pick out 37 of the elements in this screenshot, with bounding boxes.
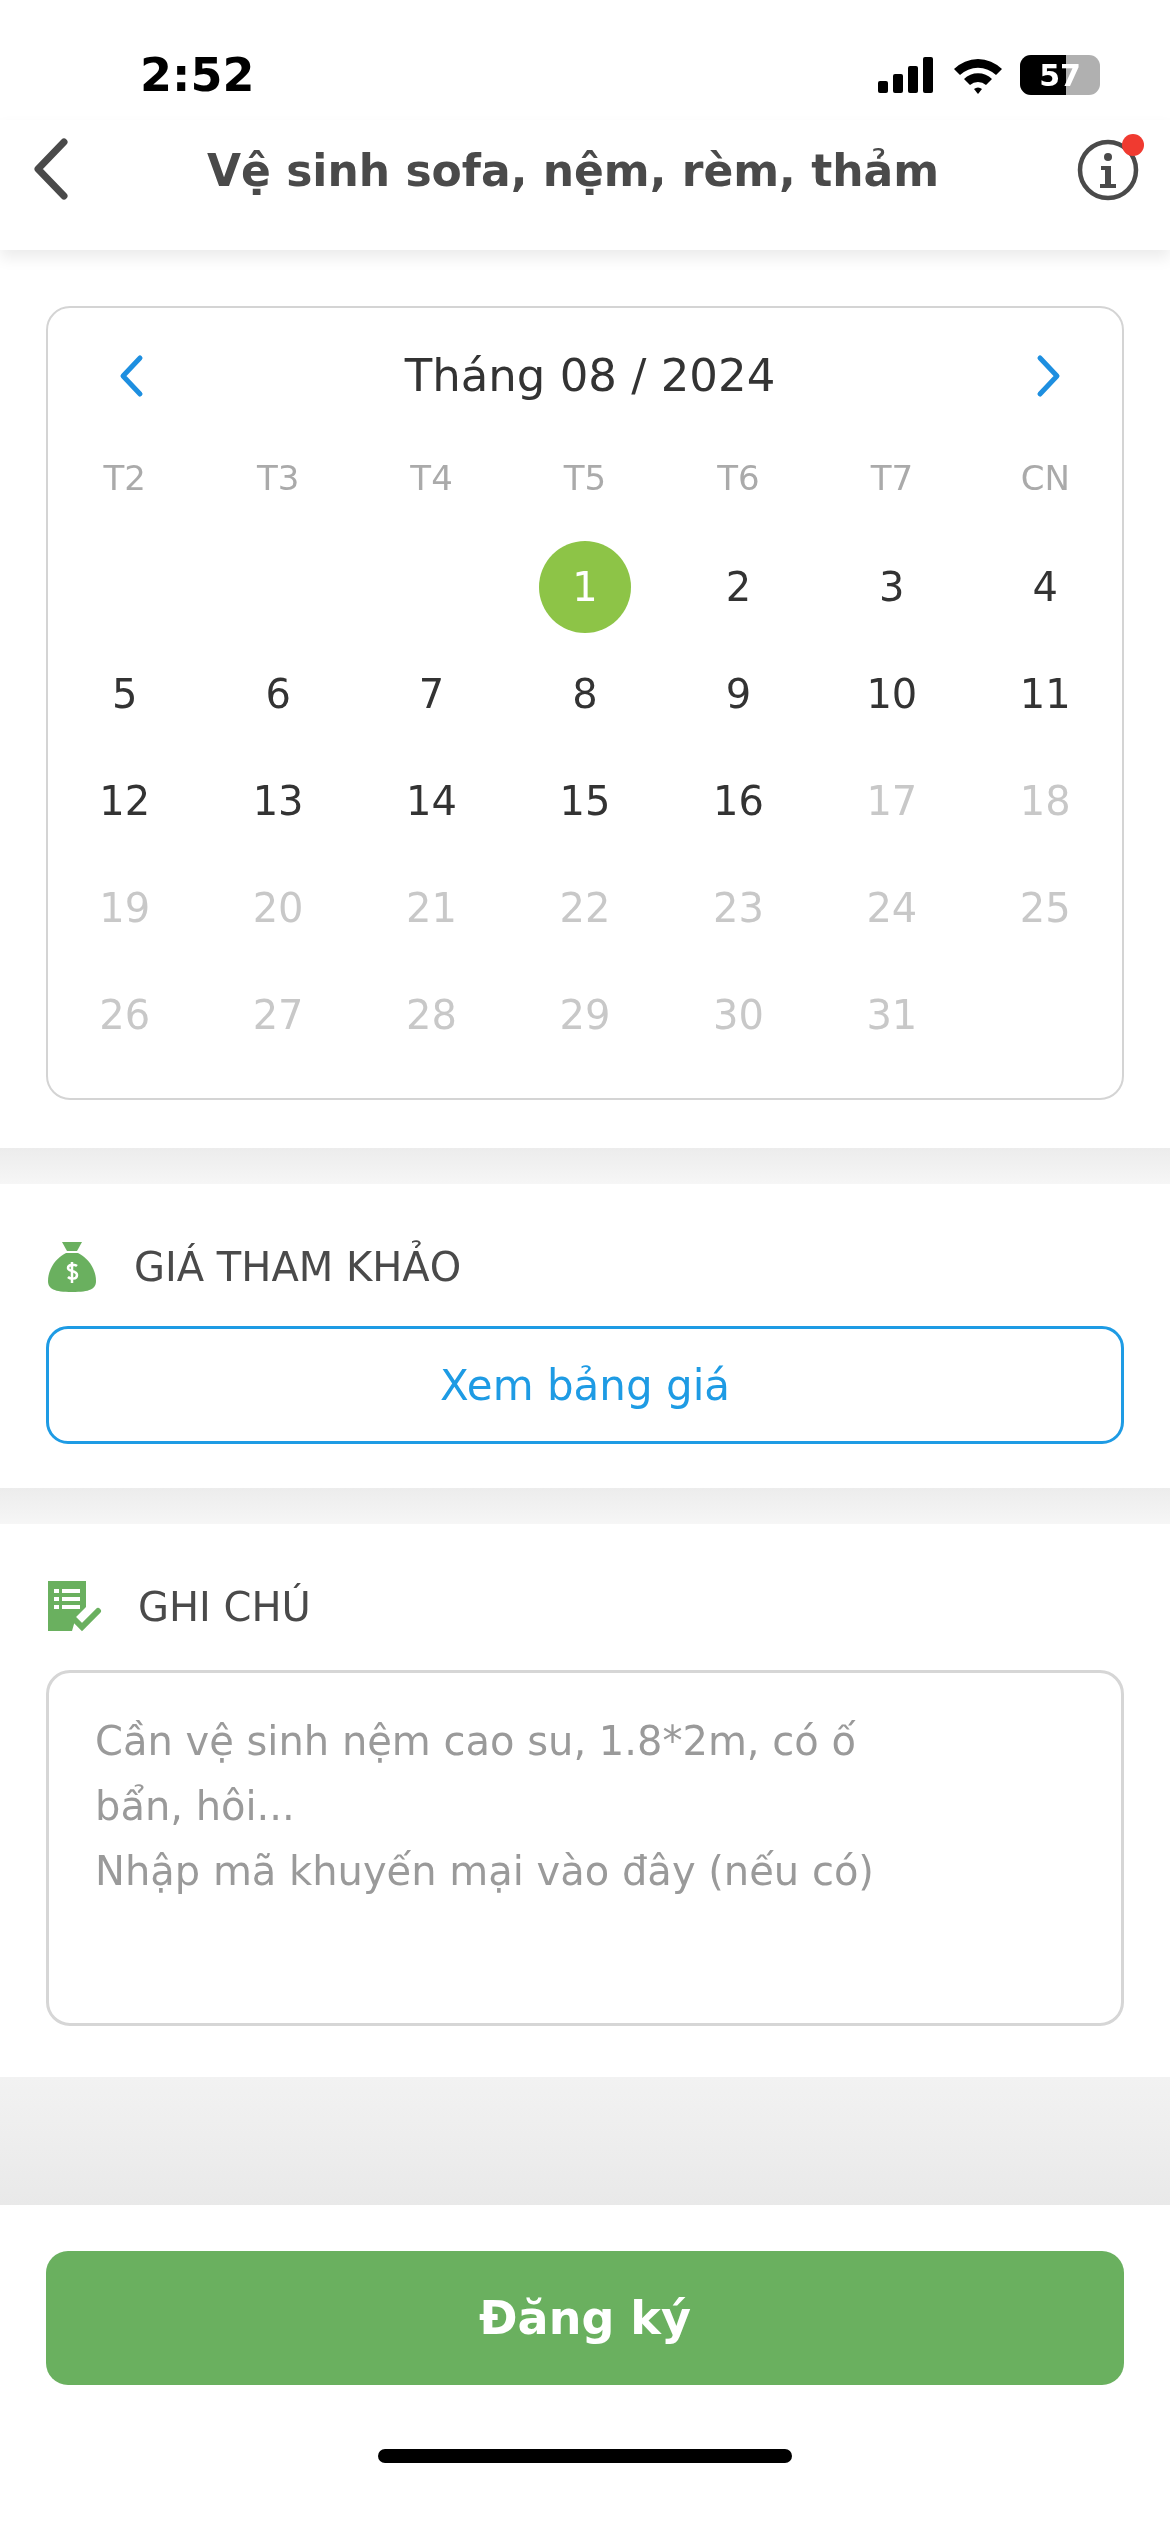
calendar-day[interactable]: 6 <box>232 647 325 740</box>
calendar-day[interactable]: 1 <box>539 540 631 633</box>
calendar-day[interactable]: 7 <box>385 647 478 740</box>
calendar-day[interactable]: 9 <box>692 647 785 740</box>
weekday-label: CN <box>1019 456 1071 500</box>
calendar-day[interactable]: 8 <box>539 647 631 740</box>
calendar-day[interactable]: 12 <box>78 754 171 847</box>
note-field[interactable]: Cần vệ sinh nệm cao su, 1.8*2m, có ố bẩn, hôi... Nhập mã khuyến mại vào đây (nếu có) <box>46 1670 1124 2026</box>
calendar-day[interactable]: 5 <box>78 647 171 740</box>
calendar-day[interactable]: 11 <box>999 647 1092 740</box>
weekday-label: T4 <box>409 456 454 500</box>
weekday-label: T2 <box>102 456 147 500</box>
money-bag-icon <box>46 1240 98 1294</box>
weekday-label: T7 <box>869 456 915 500</box>
status-time: 2:52 <box>140 46 255 104</box>
calendar-day[interactable]: 14 <box>385 754 478 847</box>
next-month-button[interactable] <box>1036 353 1062 398</box>
view-price-button[interactable]: Xem bảng giá <box>46 1326 1124 1444</box>
calendar-day[interactable]: 13 <box>232 754 325 847</box>
calendar-day[interactable]: 15 <box>539 754 631 847</box>
calendar-day[interactable]: 4 <box>999 540 1092 633</box>
weekday-label: T6 <box>716 456 761 500</box>
calendar-day[interactable]: 10 <box>845 647 938 740</box>
section-header: GIÁ THAM KHẢO <box>134 1237 462 1297</box>
register-button[interactable]: Đăng ký <box>46 2251 1124 2385</box>
previous-month-button[interactable] <box>118 353 144 398</box>
calendar-day[interactable]: 2 <box>692 540 785 633</box>
info-icon <box>1076 138 1140 202</box>
month-label: Tháng 08 / 2024 <box>404 347 776 404</box>
section-header: GHI CHÚ <box>138 1582 311 1632</box>
weekday-label: T5 <box>562 456 608 500</box>
calendar-day[interactable]: 16 <box>692 754 785 847</box>
page-title: Vệ sinh sofa, nệm, rèm, thảm <box>205 144 941 198</box>
weekday-label: T3 <box>255 456 301 500</box>
wifi-icon <box>952 56 1004 94</box>
calendar-day[interactable]: 3 <box>845 540 938 633</box>
signal-icon <box>878 57 936 93</box>
